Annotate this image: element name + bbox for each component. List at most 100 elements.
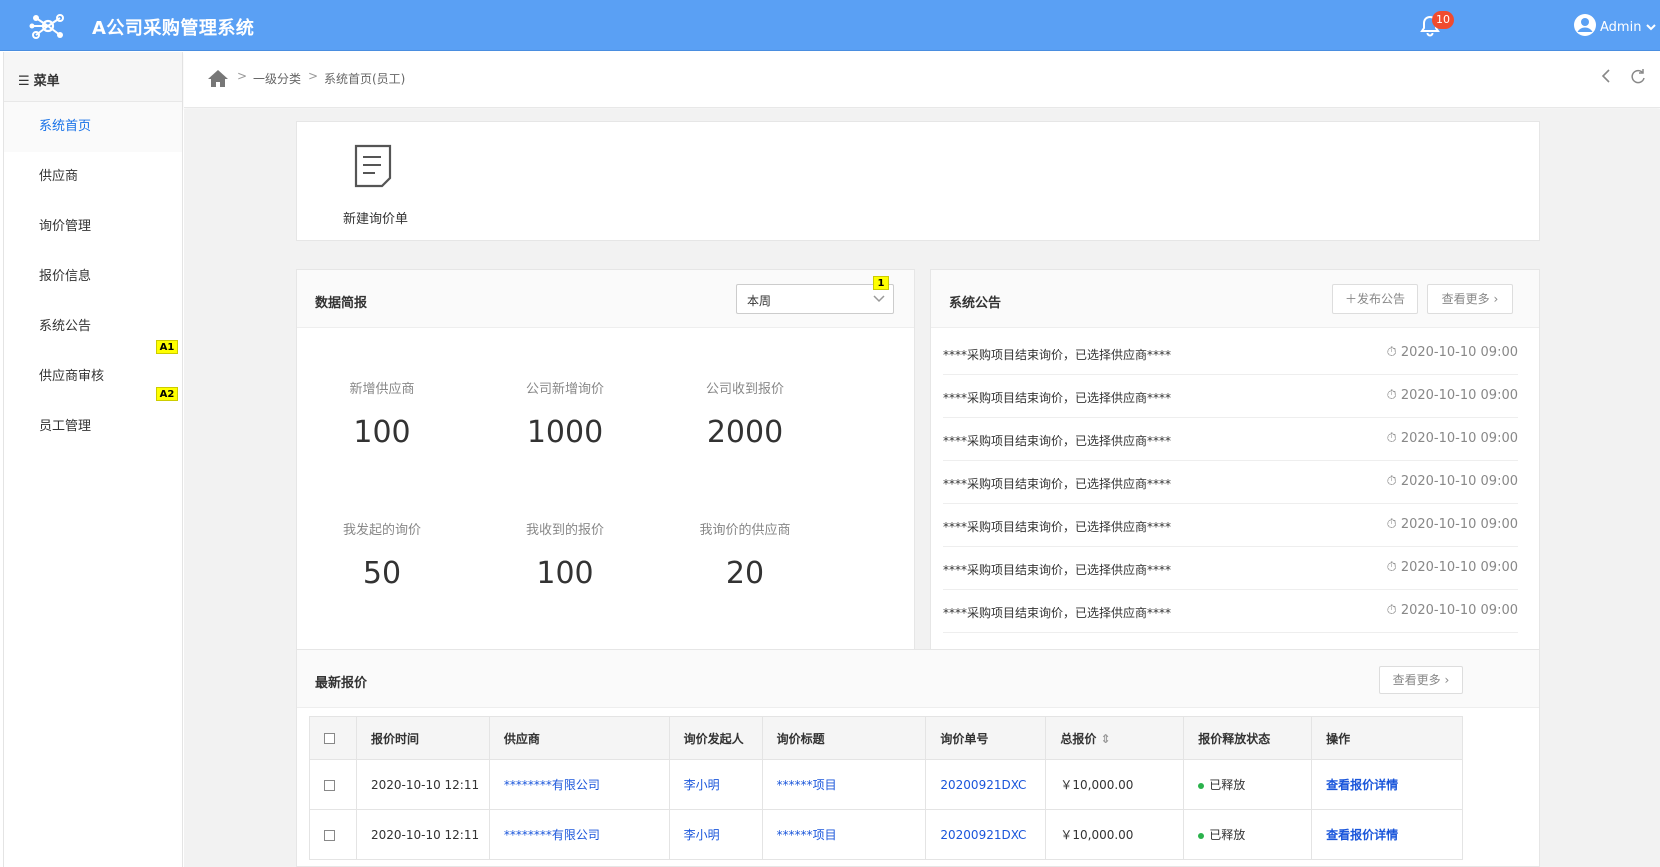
stats-header: 数据简报 本周 1 [297, 270, 914, 328]
sidebar-item-supplier-review[interactable]: 供应商审核 A2 [4, 352, 182, 402]
notice-time: 2020-10-10 09:00 [1400, 388, 1518, 403]
list-item[interactable]: ****采购项目结束询价，已选择供应商**** ⏱ 2020-10-10 09:… [943, 547, 1518, 590]
order-number-link[interactable]: 20200921DXC [940, 828, 1026, 842]
supplier-link[interactable]: ********有限公司 [504, 828, 600, 842]
stat-label: 公司新增询价 [525, 382, 604, 397]
notice-time: 2020-10-10 09:00 [1400, 345, 1518, 360]
notice-text[interactable]: ****采购项目结束询价，已选择供应商**** [943, 561, 1171, 578]
list-item[interactable]: ****采购项目结束询价，已选择供应商**** ⏱ 2020-10-10 09:… [943, 418, 1518, 461]
notice-text[interactable]: ****采购项目结束询价，已选择供应商**** [943, 518, 1171, 535]
notice-time: 2020-10-10 09:00 [1400, 474, 1518, 489]
table-row: 2020-10-10 12:11 ********有限公司 李小明 ******… [309, 759, 1463, 810]
initiator-link[interactable]: 李小明 [684, 828, 720, 842]
notification-badge: 10 [1432, 11, 1454, 29]
column-header: 询价标题 [761, 716, 927, 760]
stat-new-suppliers: 新增供应商 100 [287, 378, 477, 450]
initiator-link[interactable]: 李小明 [684, 778, 720, 792]
notice-panel: 系统公告 ＋发布公告 查看更多 › ****采购项目结束询价，已选择供应商***… [930, 269, 1540, 667]
home-icon[interactable] [207, 68, 229, 88]
status-text: 已释放 [1209, 828, 1246, 842]
initiator-cell: 李小明 [668, 759, 763, 810]
sort-icon[interactable]: ⇕ [1101, 732, 1111, 746]
quotes-header: 最新报价 查看更多 › [297, 650, 1539, 708]
latest-quotes-panel: 最新报价 查看更多 › 报价时间 供应商 询价发起人 询价标题 询价单号 总报价… [296, 649, 1540, 867]
stats-panel: 数据简报 本周 1 新增供应商 100 公司新增询价 1000 公司收到报价 2… [296, 269, 915, 667]
notice-more-label: 查看更多 [1441, 292, 1490, 306]
row-checkbox[interactable] [324, 779, 335, 791]
select-all-checkbox[interactable] [324, 733, 335, 744]
refresh-icon[interactable] [1629, 67, 1647, 85]
notice-title: 系统公告 [949, 296, 1002, 311]
sidebar-item-inquiry[interactable]: 询价管理 [4, 202, 182, 252]
quotes-table: 报价时间 供应商 询价发起人 询价标题 询价单号 总报价 ⇕ 报价释放状态 操作… [309, 716, 1463, 860]
action-cell: 查看报价详情 [1311, 759, 1463, 810]
network-logo-icon [29, 14, 64, 39]
notice-text[interactable]: ****采购项目结束询价，已选择供应商**** [943, 432, 1171, 449]
notice-text[interactable]: ****采购项目结束询价，已选择供应商**** [943, 346, 1171, 363]
list-item[interactable]: ****采购项目结束询价，已选择供应商**** ⏱ 2020-10-10 09:… [943, 461, 1518, 504]
annotation-tag-1: 1 [873, 276, 889, 290]
inquiry-title-link[interactable]: ******项目 [777, 828, 837, 842]
notice-more-button[interactable]: 查看更多 › [1427, 284, 1513, 314]
table-row: 2020-10-10 12:11 ********有限公司 李小明 ******… [309, 809, 1463, 860]
sidebar: ☰ 菜单 系统首页 供应商 询价管理 报价信息 系统公告 A1 供应商审核 A2 … [3, 52, 183, 867]
order-cell: 20200921DXC [925, 809, 1047, 860]
sidebar-item-suppliers[interactable]: 供应商 [4, 152, 182, 202]
notice-text[interactable]: ****采购项目结束询价，已选择供应商**** [943, 389, 1171, 406]
list-item[interactable]: ****采购项目结束询价，已选择供应商**** ⏱ 2020-10-10 09:… [943, 590, 1518, 633]
user-avatar-icon[interactable] [1573, 13, 1597, 37]
menu-header[interactable]: ☰ 菜单 [4, 52, 182, 102]
view-quote-detail-link[interactable]: 查看报价详情 [1326, 828, 1398, 842]
list-item[interactable]: ****采购项目结束询价，已选择供应商**** ⏱ 2020-10-10 09:… [943, 375, 1518, 418]
stat-value: 100 [536, 556, 594, 591]
column-header: 询价单号 [925, 716, 1047, 760]
column-header: 询价发起人 [668, 716, 763, 760]
document-icon[interactable] [353, 143, 393, 189]
chevron-down-icon[interactable] [1645, 22, 1657, 32]
list-item[interactable]: ****采购项目结束询价，已选择供应商**** ⏱ 2020-10-10 09:… [943, 504, 1518, 547]
chevron-left-icon[interactable] [1599, 68, 1613, 84]
column-header-sortable[interactable]: 总报价 ⇕ [1045, 716, 1185, 760]
main-content: 新建询价单 数据简报 本周 1 新增供应商 100 公司新增询价 1000 公司… [184, 109, 1660, 867]
list-item[interactable]: ****采购项目结束询价，已选择供应商**** ⏱ 2020-10-10 09:… [943, 332, 1518, 375]
row-select-cell [309, 759, 357, 810]
inquiry-title-link[interactable]: ******项目 [777, 778, 837, 792]
supplier-link[interactable]: ********有限公司 [504, 778, 600, 792]
status-dot-icon [1198, 832, 1205, 839]
notice-time: 2020-10-10 09:00 [1400, 431, 1518, 446]
stat-label: 我发起的询价 [342, 523, 421, 538]
chevron-right-icon: › [1440, 673, 1450, 687]
breadcrumb: > 一级分类 > 系统首页(员工) [184, 52, 1660, 108]
quick-actions-panel: 新建询价单 [296, 121, 1540, 241]
column-header: 供应商 [488, 716, 670, 760]
period-select[interactable]: 本周 [736, 284, 894, 314]
supplier-cell: ********有限公司 [488, 759, 670, 810]
order-number-link[interactable]: 20200921DXC [940, 778, 1026, 792]
sidebar-item-notices[interactable]: 系统公告 A1 [4, 302, 182, 354]
row-checkbox[interactable] [324, 829, 335, 841]
notice-text[interactable]: ****采购项目结束询价，已选择供应商**** [943, 475, 1171, 492]
notice-text[interactable]: ****采购项目结束询价，已选择供应商**** [943, 604, 1171, 621]
sidebar-item-home[interactable]: 系统首页 [4, 102, 182, 152]
initiator-cell: 李小明 [668, 809, 763, 860]
sidebar-item-quotes[interactable]: 报价信息 [4, 252, 182, 302]
new-inquiry-label[interactable]: 新建询价单 [343, 208, 408, 227]
publish-notice-button[interactable]: ＋发布公告 [1332, 284, 1418, 314]
view-quote-detail-link[interactable]: 查看报价详情 [1326, 778, 1398, 792]
menu-label: 菜单 [33, 74, 60, 89]
sidebar-item-label: 报价信息 [39, 269, 92, 284]
stat-label: 我询价的供应商 [699, 523, 791, 538]
table-header-row: 报价时间 供应商 询价发起人 询价标题 询价单号 总报价 ⇕ 报价释放状态 操作 [309, 716, 1463, 760]
user-name[interactable]: Admin [1600, 20, 1641, 35]
quotes-title: 最新报价 [315, 676, 368, 691]
notice-time: 2020-10-10 09:00 [1400, 517, 1518, 532]
stat-my-inquiries: 我发起的询价 50 [287, 519, 477, 591]
breadcrumb-level1[interactable]: 一级分类 [253, 70, 301, 87]
quotes-more-button[interactable]: 查看更多 › [1379, 666, 1463, 694]
stat-value: 50 [362, 556, 402, 591]
sidebar-item-employees[interactable]: 员工管理 [4, 402, 182, 452]
stat-value: 2000 [706, 415, 784, 450]
clock-icon: ⏱ [1386, 431, 1401, 446]
hamburger-icon: ☰ [18, 74, 30, 89]
stat-my-suppliers: 我询价的供应商 20 [650, 519, 840, 591]
